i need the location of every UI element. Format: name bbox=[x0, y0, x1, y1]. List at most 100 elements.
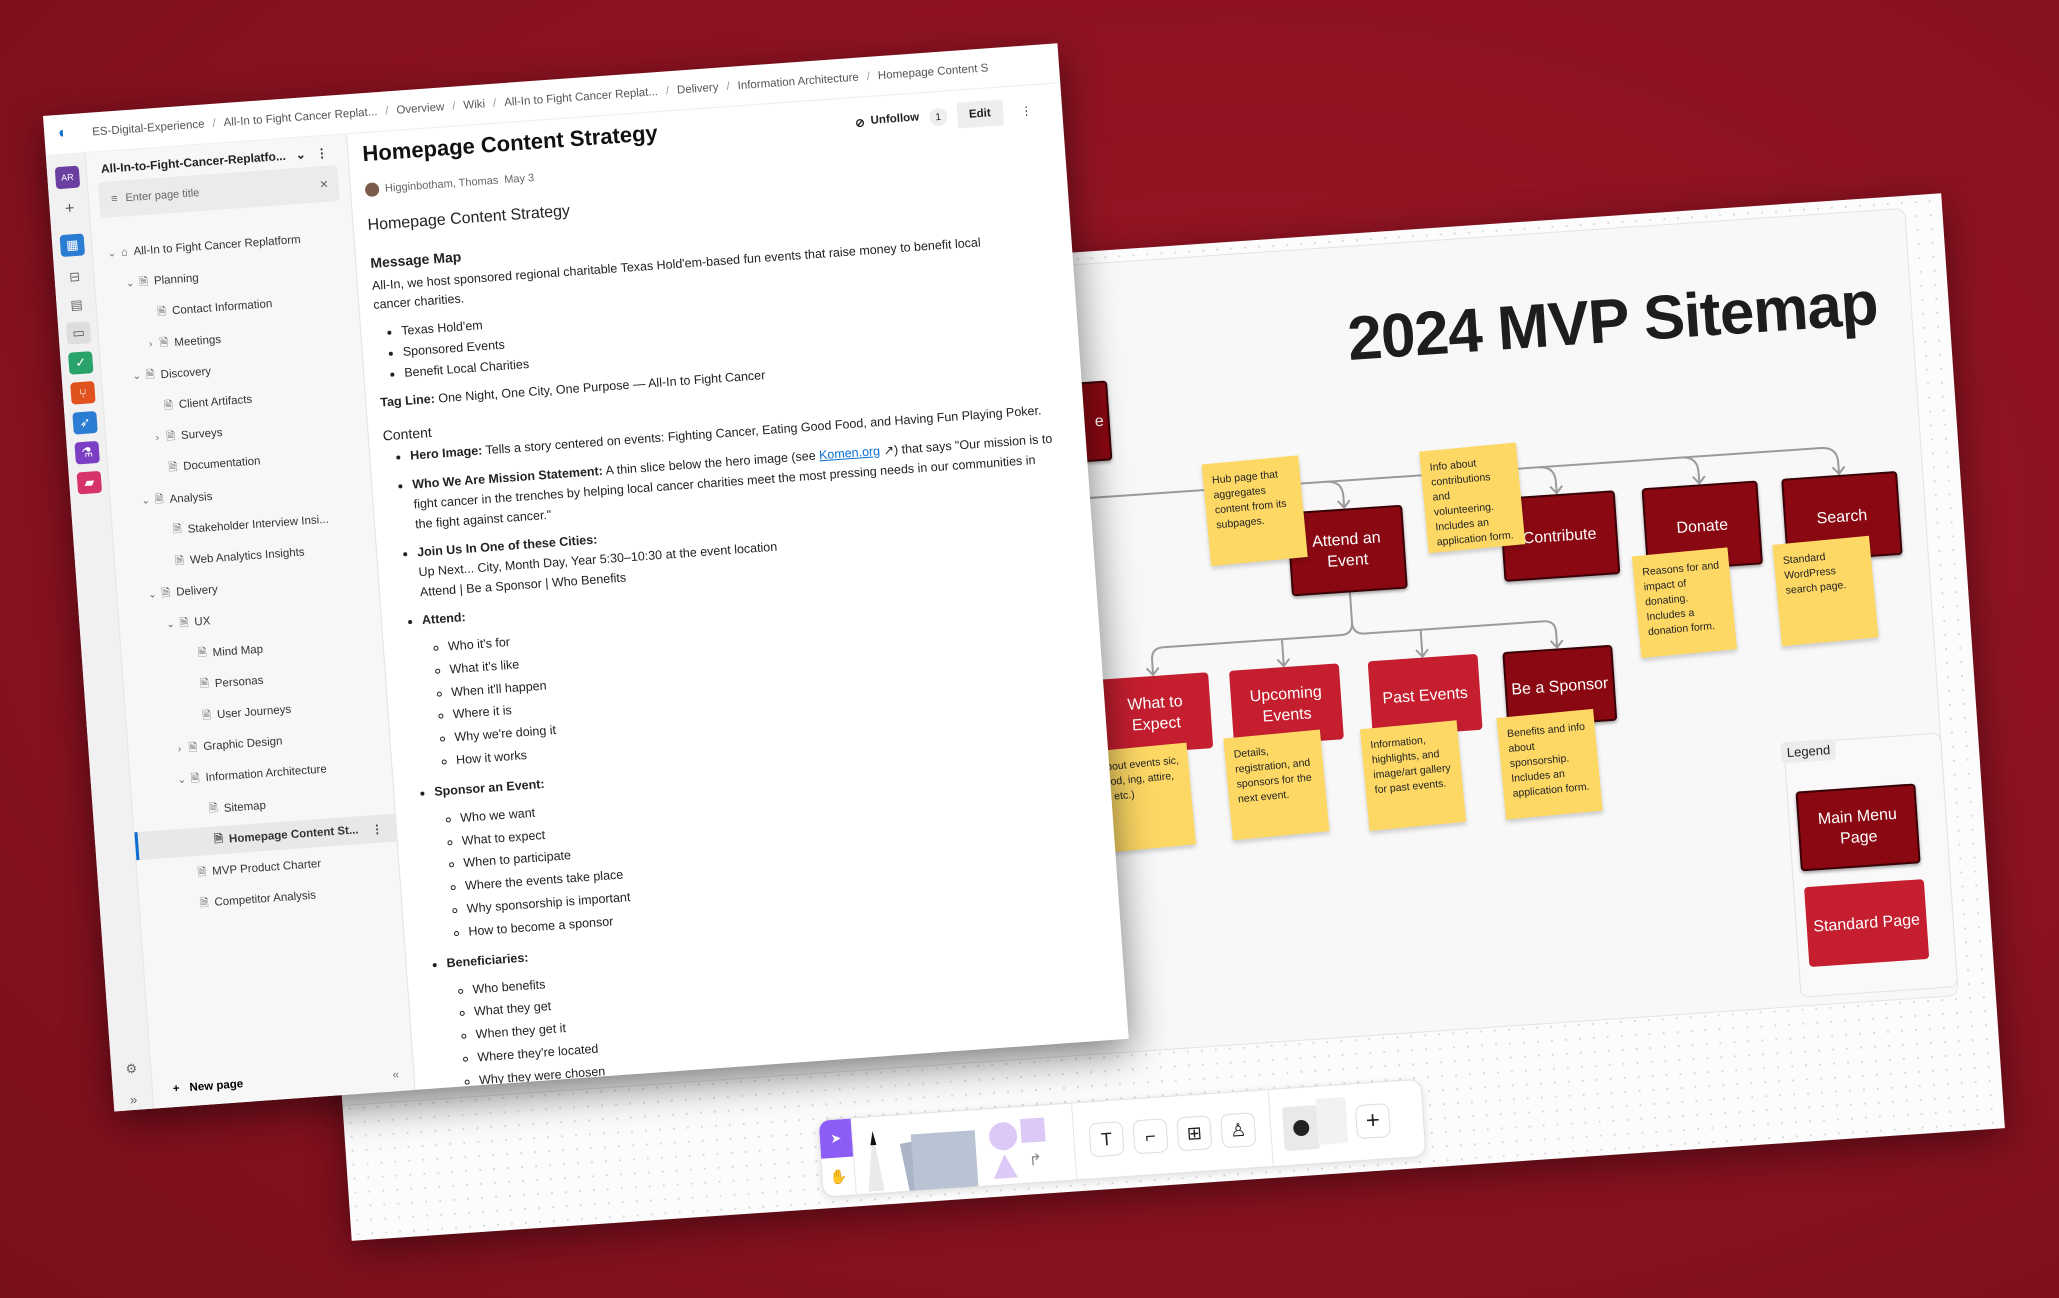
templates-icon[interactable] bbox=[1269, 1085, 1354, 1166]
chevron-down-icon[interactable]: ⌄ bbox=[163, 619, 178, 631]
settings-gear-icon[interactable]: ⚙ bbox=[119, 1057, 145, 1081]
hero-label: Hero Image: bbox=[409, 443, 483, 463]
page-icon: 🗎 bbox=[165, 430, 176, 443]
plus-icon: + bbox=[172, 1082, 181, 1096]
chevron-right-icon bbox=[182, 654, 196, 655]
breadcrumb-item[interactable]: Wiki bbox=[463, 98, 486, 112]
tree-item-label: Information Architecture bbox=[205, 763, 328, 785]
test-plans-icon[interactable]: ✓ bbox=[67, 351, 94, 375]
breadcrumb-item[interactable]: All-In to Fight Cancer Replat... bbox=[504, 85, 659, 108]
chevron-right-icon bbox=[193, 810, 207, 811]
filter-icon: ≡ bbox=[110, 192, 118, 206]
tree-item-label: All-In to Fight Cancer Replatform bbox=[133, 233, 302, 258]
chevron-right-icon bbox=[186, 716, 200, 717]
chevron-right-icon[interactable]: › bbox=[150, 432, 165, 444]
date: May 3 bbox=[503, 172, 535, 187]
sticky-note-donate[interactable]: Reasons for and impact of donating. Incl… bbox=[1631, 547, 1738, 659]
wiki-icon[interactable]: ▭ bbox=[65, 321, 92, 345]
filter-placeholder: Enter page title bbox=[125, 187, 200, 205]
repos-icon[interactable]: ⑂ bbox=[70, 381, 96, 405]
node-label: e bbox=[1094, 412, 1105, 430]
pen-icon[interactable] bbox=[852, 1116, 897, 1195]
tree-item-label: Planning bbox=[153, 272, 200, 288]
grid-icon[interactable]: ▤ bbox=[64, 293, 90, 317]
breadcrumb-item[interactable]: Overview bbox=[396, 101, 445, 116]
close-icon[interactable]: ✕ bbox=[319, 177, 329, 191]
chevron-down-icon: ⌄ bbox=[295, 147, 307, 163]
frame-icon[interactable]: ⌐ bbox=[1132, 1118, 1169, 1155]
page-icon: 🗎 bbox=[199, 896, 209, 910]
chevron-right-icon bbox=[141, 313, 155, 314]
author[interactable]: Higginbotham, Thomas bbox=[385, 175, 499, 195]
breadcrumb-item[interactable]: Homepage Content S bbox=[877, 62, 988, 82]
flask-icon[interactable]: ⚗ bbox=[74, 440, 100, 465]
komen-link[interactable]: Komen.org bbox=[819, 444, 881, 462]
legend-main-menu-page: Main Menu Page bbox=[1795, 783, 1921, 872]
expand-icon[interactable]: » bbox=[121, 1087, 147, 1111]
table-icon[interactable]: ⊞ bbox=[1176, 1115, 1213, 1152]
artifacts-icon[interactable]: ▰ bbox=[76, 470, 103, 495]
more-icon[interactable]: ⋮ bbox=[371, 821, 383, 836]
breadcrumb-item[interactable]: Information Architecture bbox=[737, 71, 859, 92]
sticky-note-sponsor[interactable]: Benefits and info about sponsorship. Inc… bbox=[1496, 708, 1603, 820]
legend-label: Legend bbox=[1780, 738, 1837, 764]
sticky-note-contribute[interactable]: Info about contributions and volunteerin… bbox=[1419, 442, 1526, 554]
tree-item-label: MVP Product Charter bbox=[211, 858, 322, 878]
text-icon[interactable]: T bbox=[1088, 1121, 1125, 1158]
chevron-down-icon[interactable]: ⌄ bbox=[145, 589, 160, 601]
select-icon[interactable]: ➤ bbox=[818, 1118, 854, 1159]
sticky-notes-icon[interactable] bbox=[891, 1110, 986, 1198]
archive-icon[interactable]: ⊟ bbox=[62, 265, 88, 289]
azure-devops-logo-icon[interactable]: ◖ bbox=[56, 123, 77, 144]
tree-item-label: Meetings bbox=[173, 333, 222, 349]
node-what-to-expect[interactable]: What to Expect bbox=[1098, 672, 1214, 756]
collapse-sidebar-icon[interactable]: « bbox=[392, 1067, 400, 1081]
boards-icon[interactable]: ▦ bbox=[59, 233, 86, 258]
chevron-down-icon[interactable]: ⌄ bbox=[105, 247, 120, 260]
breadcrumb-item[interactable]: ES-Digital-Experience bbox=[92, 118, 205, 138]
chevron-right-icon bbox=[157, 531, 171, 532]
new-page-button[interactable]: + New page bbox=[172, 1078, 243, 1095]
content-list: Hero Image: Tells a story centered on ev… bbox=[384, 400, 1099, 1096]
page-icon: 🗎 bbox=[161, 586, 171, 600]
hand-icon[interactable]: ✋ bbox=[821, 1157, 856, 1197]
shapes-icon[interactable]: ↱ bbox=[981, 1104, 1076, 1186]
sticky-note-upcoming[interactable]: Details, registration, and sponsors for … bbox=[1223, 729, 1330, 841]
add-icon[interactable]: + bbox=[57, 197, 83, 221]
tree-item-label: Sitemap bbox=[223, 799, 267, 815]
project-avatar[interactable]: AR bbox=[54, 165, 81, 190]
page-icon: 🗎 bbox=[145, 368, 156, 382]
tree-item-label: Mind Map bbox=[212, 643, 264, 659]
page-icon: 🗎 bbox=[163, 398, 174, 412]
page-icon: 🗎 bbox=[174, 554, 185, 568]
chevron-down-icon[interactable]: ⌄ bbox=[130, 371, 145, 383]
add-icon[interactable]: + bbox=[1354, 1102, 1392, 1140]
section-label: Beneficiaries: bbox=[446, 950, 529, 970]
chevron-down-icon[interactable]: ⌄ bbox=[123, 277, 138, 290]
page-icon: 🗎 bbox=[138, 275, 149, 289]
stamp-icon[interactable]: ♙ bbox=[1220, 1112, 1257, 1149]
page-icon: 🗎 bbox=[188, 741, 198, 754]
chevron-right-icon bbox=[153, 468, 167, 469]
tree-item-label: Stakeholder Interview Insi... bbox=[187, 513, 330, 536]
breadcrumb-item[interactable]: All-In to Fight Cancer Replat... bbox=[223, 106, 378, 129]
chevron-right-icon[interactable]: › bbox=[143, 338, 158, 350]
tree-item-label: Personas bbox=[214, 674, 264, 690]
chevron-right-icon[interactable]: › bbox=[172, 743, 187, 755]
chevron-down-icon[interactable]: ⌄ bbox=[174, 774, 189, 786]
breadcrumb-item[interactable]: Delivery bbox=[677, 81, 719, 96]
sticky-note-attend[interactable]: Hub page that aggregates content from it… bbox=[1201, 455, 1308, 567]
sticky-note-search[interactable]: Standard WordPress search page. bbox=[1772, 535, 1879, 647]
page-icon: 🗎 bbox=[159, 336, 169, 350]
pipelines-icon[interactable]: ➶ bbox=[72, 410, 98, 435]
tree-item-label: Homepage Content St... bbox=[228, 824, 359, 846]
chevron-right-icon bbox=[148, 406, 162, 407]
chevron-down-icon[interactable]: ⌄ bbox=[138, 495, 153, 507]
more-icon[interactable]: ⋮ bbox=[315, 146, 328, 161]
chevron-right-icon bbox=[198, 841, 212, 842]
page-icon: 🗎 bbox=[190, 772, 201, 786]
wiki-window: ◖ ES-Digital-Experience / All-In to Fight … bbox=[43, 43, 1129, 1112]
connector-sub bbox=[1151, 592, 1559, 675]
breadcrumb-separator: / bbox=[212, 117, 217, 130]
sticky-note-past[interactable]: Information, highlights, and image/art g… bbox=[1359, 720, 1467, 831]
